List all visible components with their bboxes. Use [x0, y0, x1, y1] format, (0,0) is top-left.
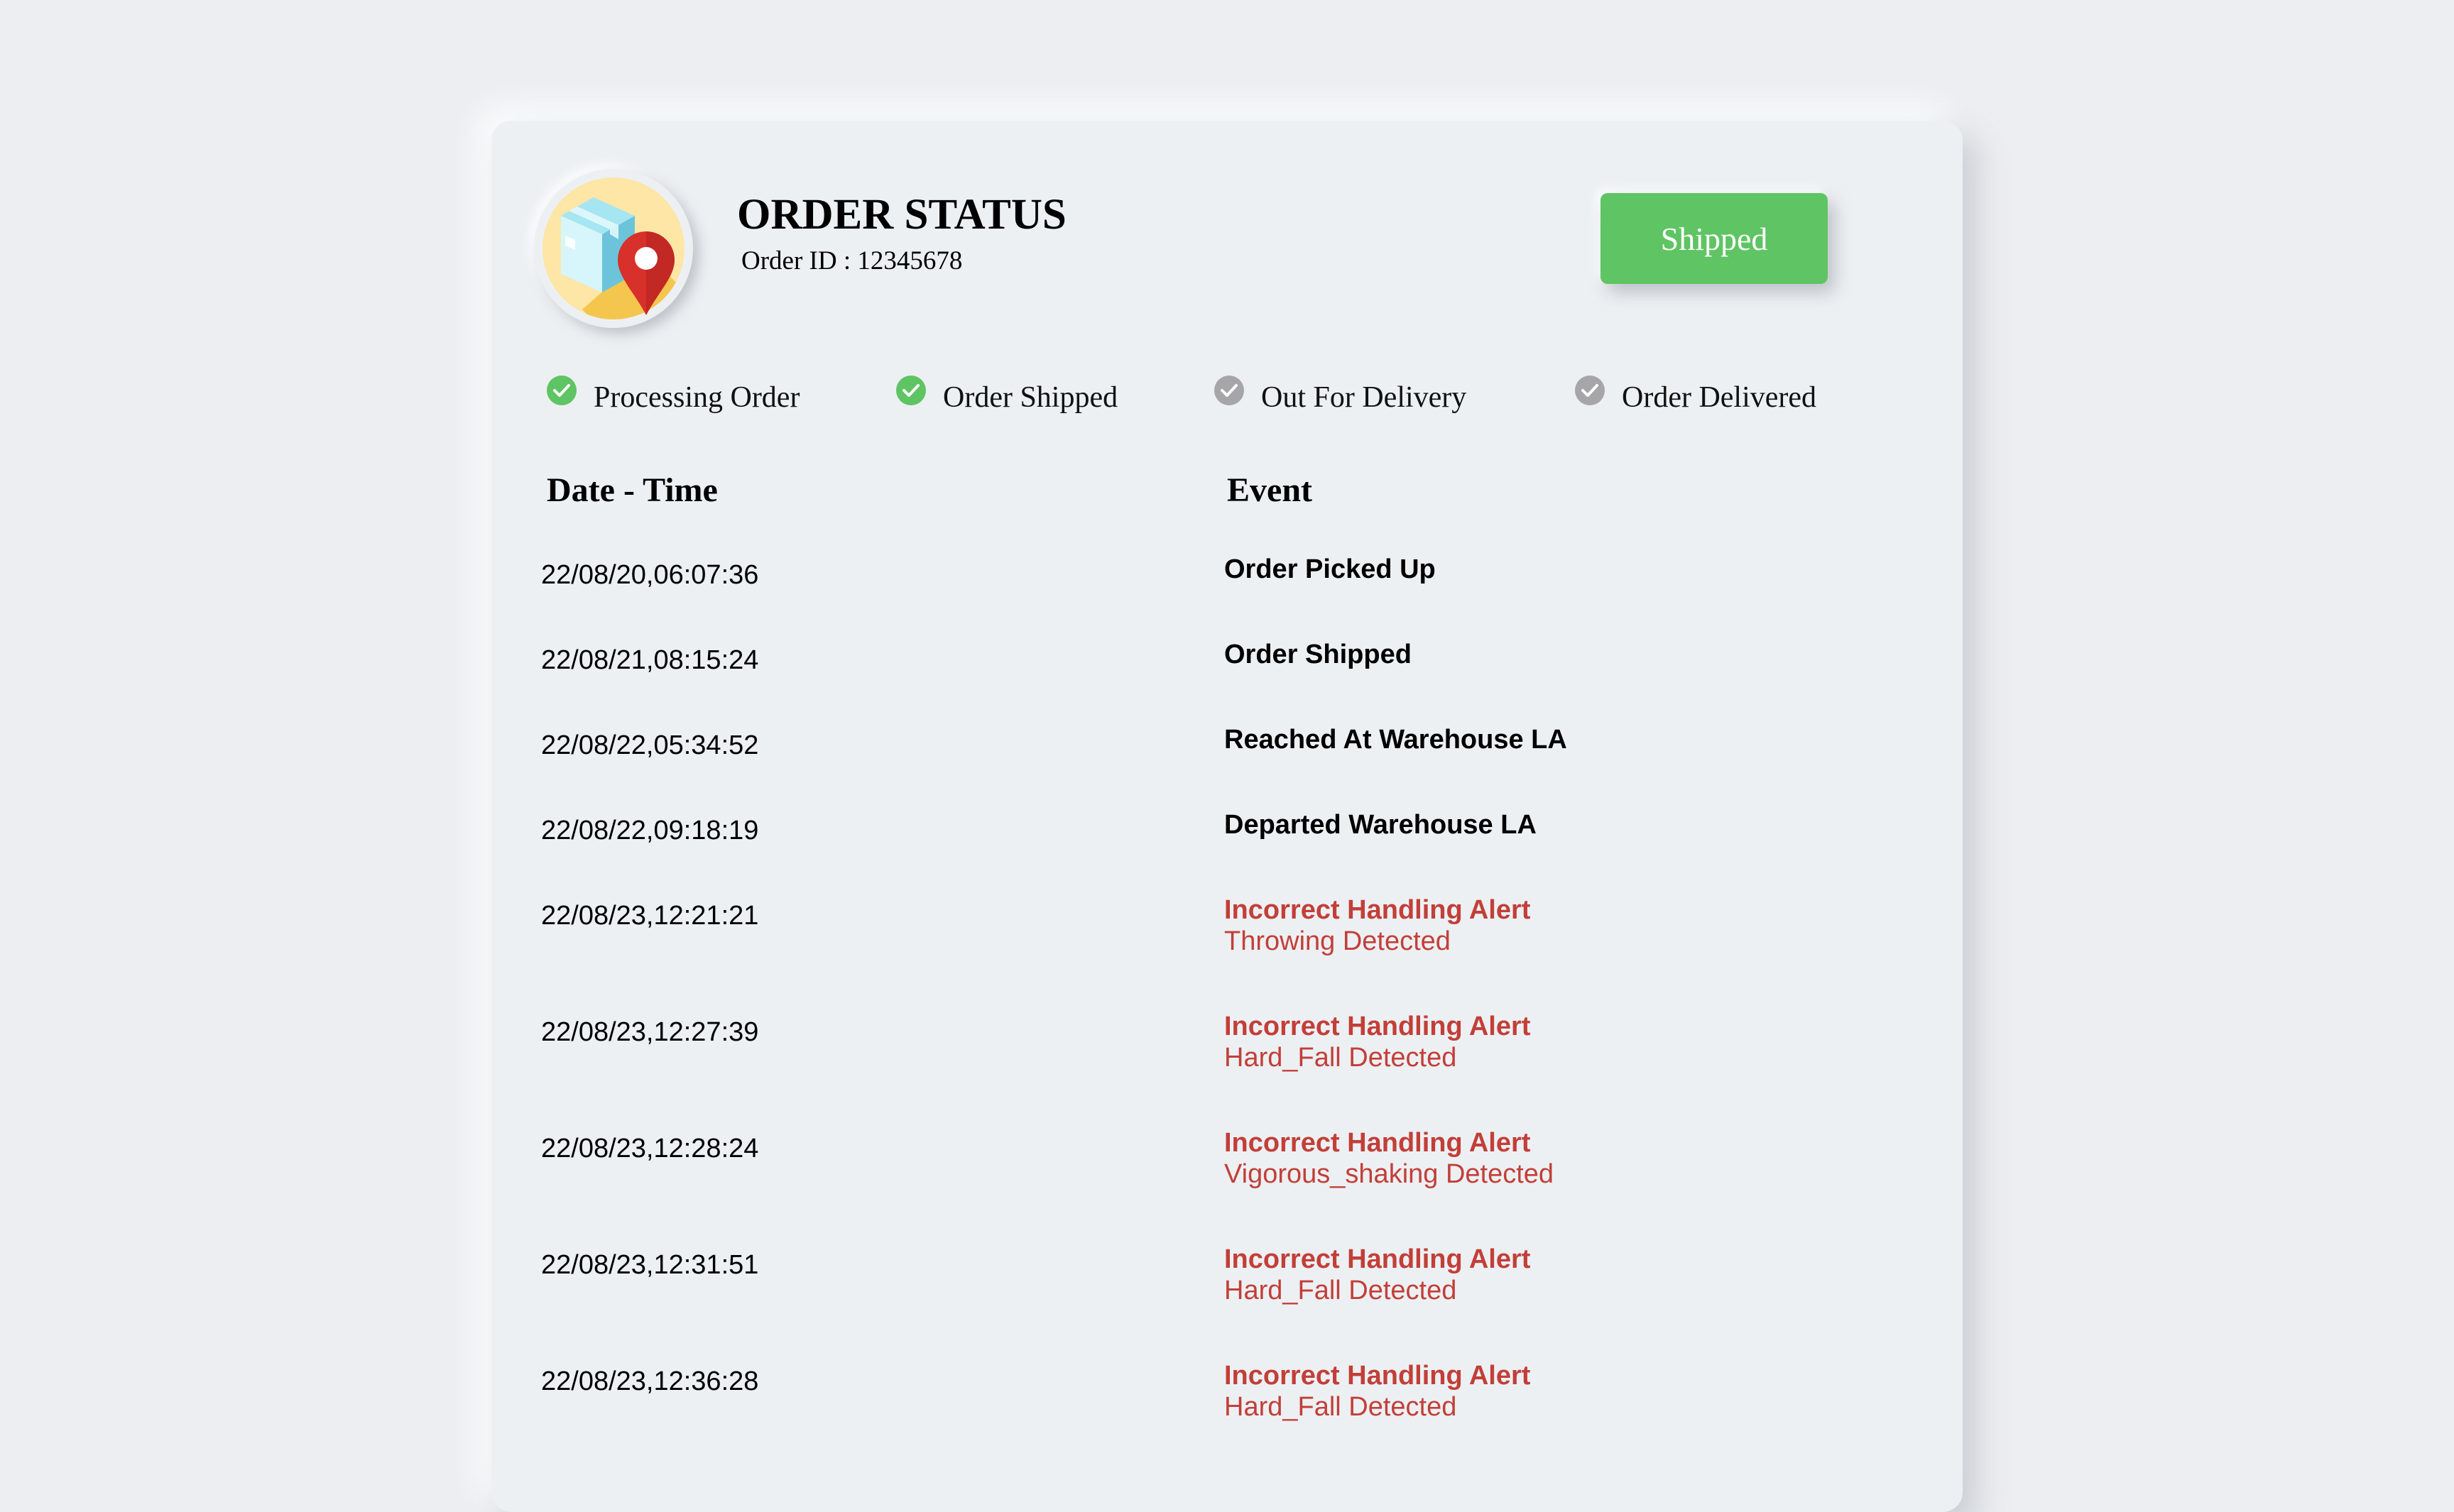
event-title: Order Picked Up: [1224, 554, 1436, 584]
alert-detail: Throwing Detected: [1224, 926, 1451, 956]
row-event: Incorrect Handling Alert Hard_Fall Detec…: [1224, 1360, 1530, 1423]
order-avatar: [534, 169, 693, 328]
row-date: 22/08/22,09:18:19: [541, 816, 759, 845]
column-header-event: Event: [1227, 471, 1312, 509]
progress-steps: Processing Order Order Shipped Out For D…: [491, 369, 1963, 426]
step-out-for-delivery: Out For Delivery: [1214, 369, 1466, 426]
row-event: Order Picked Up: [1224, 554, 1436, 585]
row-date: 22/08/21,08:15:24: [541, 645, 759, 675]
package-location-icon: [542, 177, 685, 319]
order-id: Order ID : 12345678: [741, 246, 963, 275]
step-order-shipped: Order Shipped: [896, 369, 1118, 426]
check-circle-icon: [1214, 376, 1244, 405]
alert-title: Incorrect Handling Alert: [1224, 895, 1531, 925]
column-header-date: Date - Time: [547, 471, 718, 509]
page-title: ORDER STATUS: [737, 191, 1067, 239]
row-date: 22/08/23,12:36:28: [541, 1366, 759, 1396]
alert-detail: Hard_Fall Detected: [1224, 1043, 1457, 1073]
step-label: Out For Delivery: [1261, 381, 1467, 414]
row-event: Incorrect Handling Alert Hard_Fall Detec…: [1224, 1244, 1530, 1306]
row-event: Departed Warehouse LA: [1224, 809, 1537, 840]
step-processing-order: Processing Order: [547, 369, 800, 426]
step-label: Order Delivered: [1622, 381, 1817, 414]
alert-detail: Hard_Fall Detected: [1224, 1276, 1457, 1305]
row-event: Order Shipped: [1224, 639, 1412, 670]
row-event: Incorrect Handling Alert Hard_Fall Detec…: [1224, 1011, 1530, 1073]
row-date: 22/08/22,05:34:52: [541, 730, 759, 760]
alert-title: Incorrect Handling Alert: [1224, 1012, 1531, 1041]
step-order-delivered: Order Delivered: [1575, 369, 1816, 426]
event-title: Departed Warehouse LA: [1224, 810, 1537, 840]
alert-title: Incorrect Handling Alert: [1224, 1244, 1531, 1274]
row-date: 22/08/23,12:31:51: [541, 1250, 759, 1280]
step-label: Order Shipped: [943, 381, 1118, 414]
alert-detail: Hard_Fall Detected: [1224, 1392, 1457, 1422]
check-circle-icon: [1575, 376, 1605, 405]
row-event: Incorrect Handling Alert Throwing Detect…: [1224, 894, 1530, 957]
order-status-card: ORDER STATUS Order ID : 12345678 Shipped…: [491, 121, 1963, 1512]
row-event: Reached At Warehouse LA: [1224, 724, 1567, 755]
check-circle-icon: [896, 376, 926, 405]
step-label: Processing Order: [594, 381, 800, 414]
row-date: 22/08/23,12:21:21: [541, 901, 759, 931]
event-title: Reached At Warehouse LA: [1224, 725, 1567, 755]
alert-detail: Vigorous_shaking Detected: [1224, 1159, 1554, 1189]
check-circle-icon: [547, 376, 577, 405]
row-date: 22/08/23,12:27:39: [541, 1017, 759, 1047]
row-date: 22/08/20,06:07:36: [541, 560, 759, 590]
alert-title: Incorrect Handling Alert: [1224, 1361, 1531, 1391]
row-event: Incorrect Handling Alert Vigorous_shakin…: [1224, 1127, 1554, 1190]
row-date: 22/08/23,12:28:24: [541, 1134, 759, 1163]
order-status-button[interactable]: Shipped: [1600, 193, 1828, 284]
alert-title: Incorrect Handling Alert: [1224, 1128, 1531, 1158]
event-title: Order Shipped: [1224, 640, 1412, 669]
